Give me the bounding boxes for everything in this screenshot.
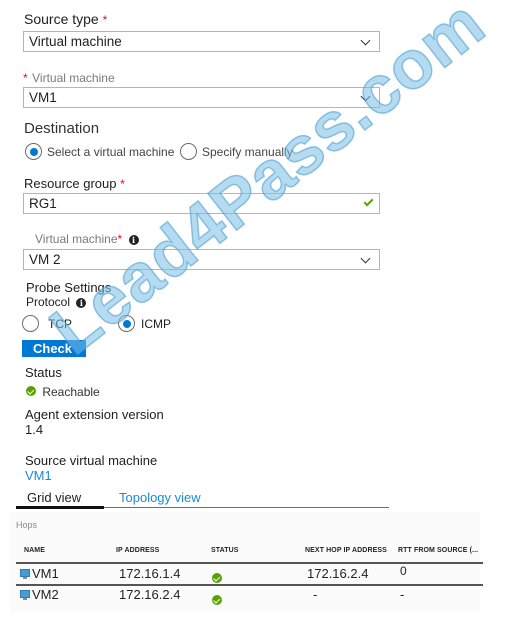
- row-ip: 172.16.2.4: [119, 587, 181, 602]
- required-mark: *: [117, 232, 123, 246]
- radio-select-vm[interactable]: [25, 143, 42, 160]
- radio-icmp[interactable]: [118, 315, 135, 332]
- agent-version-value: 1.4: [25, 422, 44, 437]
- status-value-text: Reachable: [42, 385, 100, 399]
- check-circle-icon: [212, 573, 222, 583]
- row-status: [212, 592, 222, 610]
- row-name-text: VM2: [32, 587, 59, 602]
- row-divider: [16, 584, 483, 586]
- tab-grid-view[interactable]: Grid view: [27, 490, 81, 505]
- source-type-label-text: Source type: [24, 11, 99, 27]
- row-name: VM2: [20, 587, 59, 602]
- virtual-machine-icon: [20, 569, 30, 579]
- row-rtt: -: [400, 587, 405, 602]
- check-circle-icon: [212, 595, 222, 605]
- column-header-rtt[interactable]: RTT FROM SOURCE (...: [398, 547, 478, 554]
- checkmark-icon: [363, 196, 374, 207]
- source-vm-value: VM1: [29, 90, 57, 105]
- source-type-label: Source type *: [24, 11, 107, 27]
- dest-vm-value: VM 2: [29, 252, 61, 267]
- tab-active-indicator: [16, 506, 104, 509]
- chevron-down-icon: [360, 91, 371, 102]
- column-header-status[interactable]: STATUS: [211, 547, 239, 554]
- destination-title: Destination: [24, 120, 100, 137]
- required-mark: *: [102, 13, 108, 27]
- virtual-machine-icon: [20, 590, 30, 600]
- check-button[interactable]: Check: [22, 340, 86, 357]
- radio-select-vm-label: Select a virtual machine: [47, 145, 175, 159]
- check-circle-icon: [26, 386, 36, 396]
- dest-vm-select[interactable]: VM 2: [23, 249, 380, 270]
- required-mark: *: [120, 177, 125, 191]
- column-header-name[interactable]: NAME: [24, 547, 45, 554]
- required-mark: *: [23, 71, 28, 85]
- radio-tcp[interactable]: [22, 315, 39, 332]
- source-vm-label: * Virtual machine: [23, 69, 115, 87]
- resource-group-label-text: Resource group: [24, 176, 117, 191]
- radio-tcp-label: TCP: [48, 317, 72, 331]
- resource-group-value: RG1: [29, 196, 57, 211]
- column-header-next-hop[interactable]: NEXT HOP IP ADDRESS: [305, 547, 387, 554]
- radio-specify-manually-label: Specify manually: [202, 145, 293, 159]
- resource-group-input[interactable]: RG1: [23, 193, 380, 214]
- radio-specify-manually[interactable]: [180, 143, 197, 160]
- dest-vm-label-text: Virtual machine: [35, 232, 118, 246]
- chevron-down-icon: [360, 35, 371, 46]
- column-header-ip[interactable]: IP ADDRESS: [116, 547, 159, 554]
- row-next-hop: 172.16.2.4: [307, 566, 369, 581]
- row-ip: 172.16.1.4: [119, 566, 181, 581]
- source-vm-result-label: Source virtual machine: [25, 453, 158, 468]
- source-vm-select[interactable]: VM1: [23, 87, 380, 108]
- source-type-select[interactable]: Virtual machine: [23, 31, 380, 52]
- row-rtt: 0: [400, 564, 407, 578]
- agent-version-label: Agent extension version: [25, 407, 164, 422]
- resource-group-label: Resource group *: [24, 176, 125, 191]
- info-icon[interactable]: i: [76, 298, 87, 308]
- chevron-down-icon: [360, 253, 371, 264]
- hops-title: Hops: [16, 520, 38, 530]
- source-vm-label-text: Virtual machine: [32, 71, 115, 85]
- probe-settings-title: Probe Settings: [26, 280, 112, 295]
- source-vm-link[interactable]: VM1: [25, 468, 52, 483]
- status-value: Reachable: [26, 385, 100, 399]
- protocol-label: Protocol i: [26, 295, 87, 309]
- tab-topology-view[interactable]: Topology view: [119, 490, 201, 505]
- protocol-label-text: Protocol: [26, 295, 71, 309]
- dest-vm-label: Virtual machine* i: [35, 232, 139, 246]
- row-next-hop: -: [313, 587, 318, 602]
- info-icon[interactable]: i: [128, 235, 139, 245]
- row-name: VM1: [20, 566, 59, 581]
- source-type-value: Virtual machine: [29, 34, 122, 49]
- header-divider: [16, 562, 483, 564]
- row-name-text: VM1: [32, 566, 59, 581]
- status-label: Status: [25, 365, 62, 380]
- radio-icmp-label: ICMP: [141, 317, 171, 331]
